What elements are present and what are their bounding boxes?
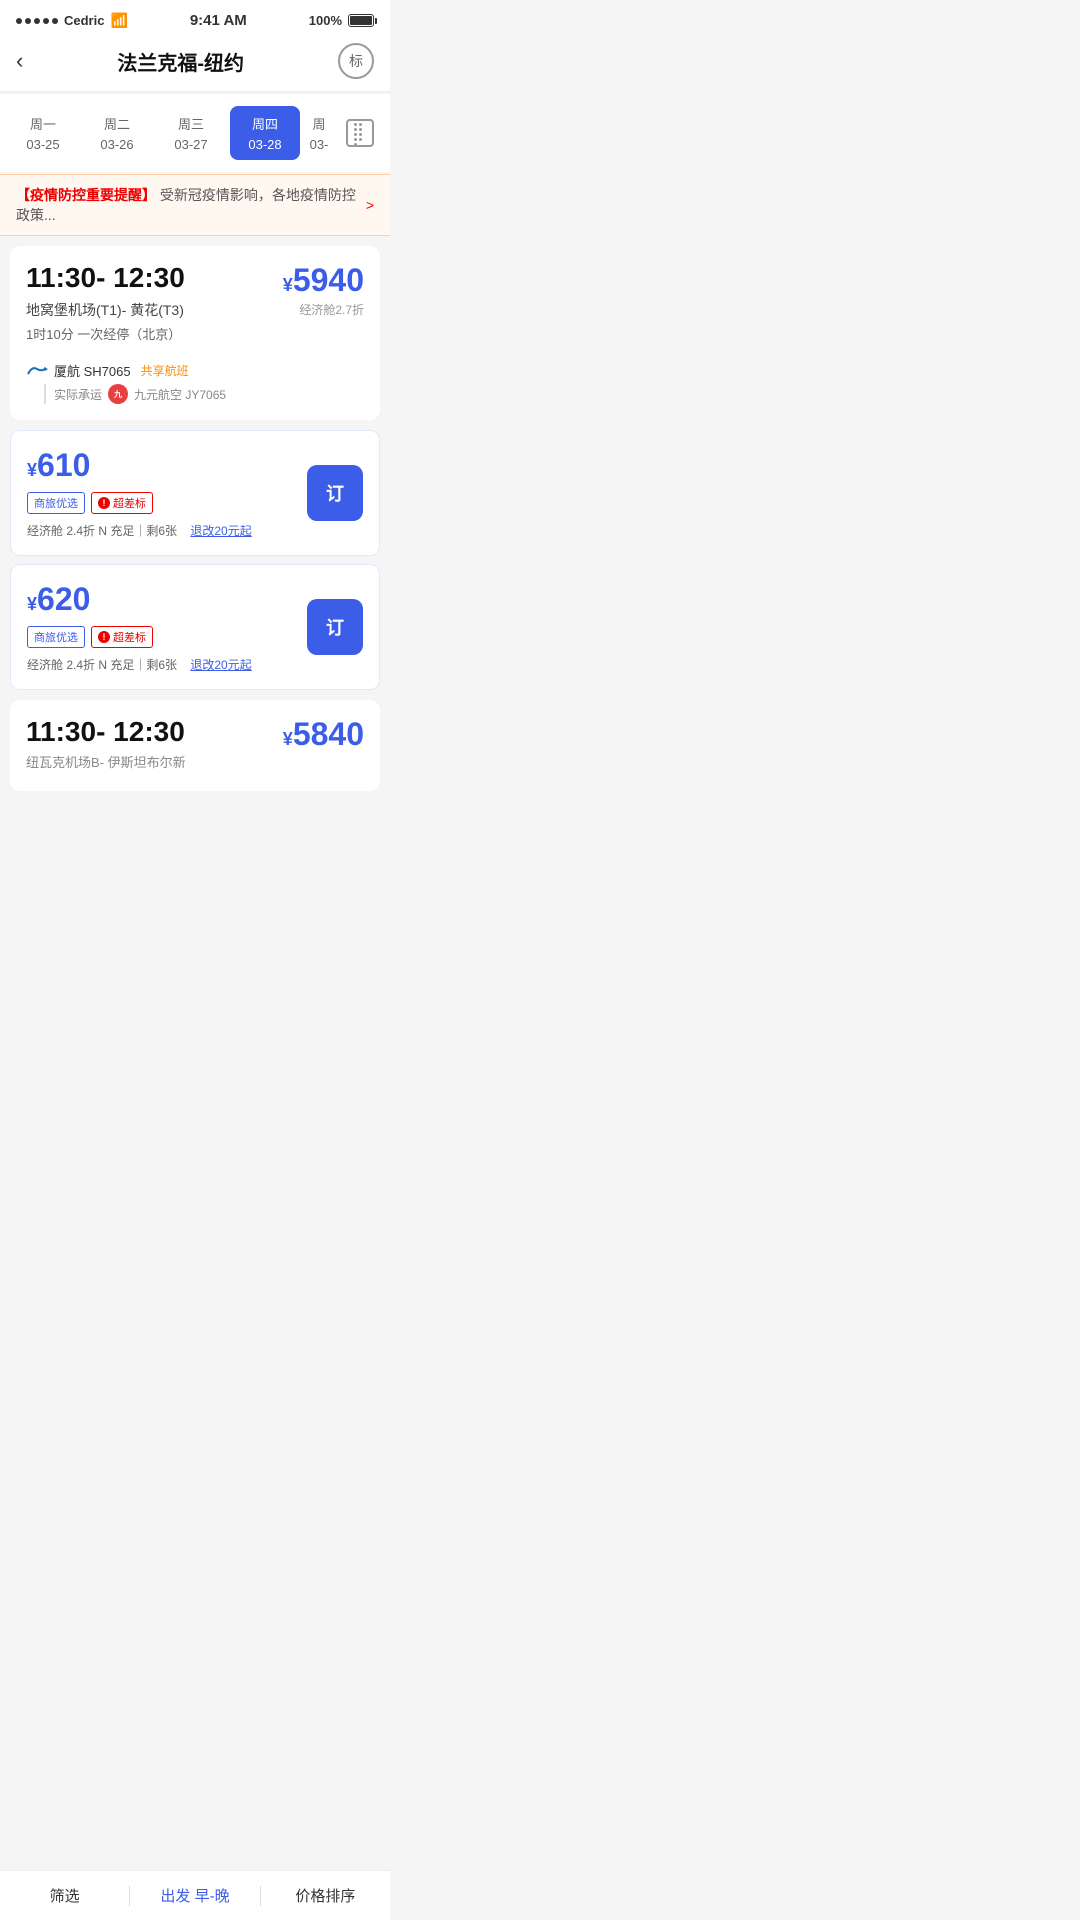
ticket-yen-1: ¥: [27, 460, 37, 480]
filter-button[interactable]: 筛选: [0, 1885, 129, 1906]
shared-flight-tag: 共享航班: [141, 362, 189, 379]
refund-link-1[interactable]: 退改20元起: [190, 524, 251, 538]
price-yen-symbol: ¥: [283, 275, 293, 295]
calendar-button[interactable]: [338, 111, 382, 155]
flight-time: 11:30- 12:30 地窝堡机场(T1)- 黄花(T3) 1时10分 一次经…: [26, 262, 185, 353]
sort-price-button[interactable]: 价格排序: [261, 1885, 390, 1906]
flight2-route: 纽瓦克机场B- 伊斯坦布尔新: [26, 752, 186, 771]
alert-banner[interactable]: 【疫情防控重要提醒】 受新冠疫情影响，各地疫情防控政策... >: [0, 174, 390, 236]
tag-overstd-1: !超差标: [91, 492, 153, 514]
flight2-price-value: 5840: [293, 716, 364, 752]
tag-business-2: 商旅优选: [27, 626, 85, 648]
ticket-info-1: 经济舱 2.4折 N 充足｜剩6张: [27, 524, 177, 538]
price-amount: ¥5940: [283, 262, 364, 299]
juyuan-airline-logo: 九: [108, 384, 128, 404]
airline-name: 厦航 SH7065: [54, 361, 131, 380]
tag-row-1: 商旅优选 !超差标: [27, 492, 307, 514]
sub-airline-name: 九元航空 JY7065: [134, 386, 226, 403]
sort-departure-button[interactable]: 出发 早-晚: [130, 1885, 259, 1906]
ticket-price-2: ¥620: [27, 581, 307, 618]
wifi-icon: 📶: [110, 12, 127, 29]
page-title: 法兰克福-纽约: [117, 47, 244, 76]
alert-arrow-icon: >: [366, 197, 374, 213]
flight2-price-amount: ¥5840: [283, 716, 364, 753]
date-label: 03-26: [86, 137, 148, 152]
ticket-option-2: ¥620 商旅优选 !超差标 经济舱 2.4折 N 充足｜剩6张 退改20元起 …: [10, 564, 380, 690]
tag-button[interactable]: 标: [338, 43, 374, 79]
flight-info: 1时10分 一次经停（北京）: [26, 324, 185, 343]
flight2-time: 11:30- 12:30: [26, 716, 186, 748]
weekday-label: 周一: [12, 114, 74, 133]
alert-text: 【疫情防控重要提醒】 受新冠疫情影响，各地疫情防控政策...: [16, 185, 366, 225]
airline-row: 厦航 SH7065 共享航班: [26, 361, 364, 380]
weekday-label: 周三: [160, 114, 222, 133]
book-button-2[interactable]: 订: [307, 599, 363, 655]
nav-bar: ‹ 法兰克福-纽约 标: [0, 35, 390, 92]
warn-icon-1: !: [98, 497, 110, 509]
calendar-icon: [346, 119, 374, 147]
ticket-left-2: ¥620 商旅优选 !超差标 经济舱 2.4折 N 充足｜剩6张 退改20元起: [27, 581, 307, 673]
ticket-price-value-1: 610: [37, 447, 90, 483]
date-tab-thursday[interactable]: 周四 03-28: [230, 106, 300, 160]
date-tab-next[interactable]: 周 03-: [304, 106, 334, 160]
refund-link-2[interactable]: 退改20元起: [190, 658, 251, 672]
weekday-label: 周四: [234, 114, 296, 133]
ticket-detail-2: 经济舱 2.4折 N 充足｜剩6张 退改20元起: [27, 656, 307, 673]
status-right: 100%: [309, 13, 374, 28]
date-tab-tuesday[interactable]: 周二 03-26: [82, 106, 152, 160]
date-label: 03-28: [234, 137, 296, 152]
tag-business-1: 商旅优选: [27, 492, 85, 514]
status-time: 9:41 AM: [190, 12, 247, 29]
ticket-yen-2: ¥: [27, 594, 37, 614]
flight2-left: 11:30- 12:30 纽瓦克机场B- 伊斯坦布尔新: [26, 716, 186, 775]
flight-card-2: 11:30- 12:30 纽瓦克机场B- 伊斯坦布尔新 ¥5840: [10, 700, 380, 791]
flight-header: 11:30- 12:30 地窝堡机场(T1)- 黄花(T3) 1时10分 一次经…: [26, 262, 364, 353]
alert-tag: 【疫情防控重要提醒】: [16, 187, 156, 203]
carrier-name: Cedric: [64, 13, 104, 28]
sub-airline-row: 实际承运 九 九元航空 JY7065: [44, 384, 364, 404]
flight-time-range: 11:30- 12:30: [26, 262, 185, 294]
battery-percent: 100%: [309, 13, 342, 28]
ticket-option-1: ¥610 商旅优选 !超差标 经济舱 2.4折 N 充足｜剩6张 退改20元起 …: [10, 430, 380, 556]
tag-row-2: 商旅优选 !超差标: [27, 626, 307, 648]
date-label: 03-: [308, 137, 330, 152]
flight-card-1: 11:30- 12:30 地窝堡机场(T1)- 黄花(T3) 1时10分 一次经…: [10, 246, 380, 420]
date-tab-monday[interactable]: 周一 03-25: [8, 106, 78, 160]
status-bar: Cedric 📶 9:41 AM 100%: [0, 0, 390, 35]
xiamen-airline-logo: [26, 364, 48, 378]
ticket-info-2: 经济舱 2.4折 N 充足｜剩6张: [27, 658, 177, 672]
tag-overstd-2: !超差标: [91, 626, 153, 648]
bottom-bar: 筛选 出发 早-晚 价格排序: [0, 1870, 390, 1920]
date-tab-wednesday[interactable]: 周三 03-27: [156, 106, 226, 160]
flight2-yen: ¥: [283, 729, 293, 749]
back-button[interactable]: ‹: [16, 48, 23, 74]
ticket-price-1: ¥610: [27, 447, 307, 484]
signal-bars: [16, 18, 58, 24]
status-left: Cedric 📶: [16, 12, 128, 29]
weekday-label: 周二: [86, 114, 148, 133]
battery-icon: [348, 14, 374, 27]
price-value: 5940: [293, 262, 364, 298]
ticket-left-1: ¥610 商旅优选 !超差标 经济舱 2.4折 N 充足｜剩6张 退改20元起: [27, 447, 307, 539]
date-tabs: 周一 03-25 周二 03-26 周三 03-27 周四 03-28 周 03…: [0, 94, 390, 172]
flight-price: ¥5940 经济舱2.7折: [283, 262, 364, 318]
book-button-1[interactable]: 订: [307, 465, 363, 521]
weekday-label: 周: [308, 114, 330, 133]
ticket-detail-1: 经济舱 2.4折 N 充足｜剩6张 退改20元起: [27, 522, 307, 539]
date-label: 03-27: [160, 137, 222, 152]
ticket-price-value-2: 620: [37, 581, 90, 617]
sub-airline-label: 实际承运: [54, 386, 102, 403]
flight-route: 地窝堡机场(T1)- 黄花(T3): [26, 300, 185, 320]
warn-icon-2: !: [98, 631, 110, 643]
date-label: 03-25: [12, 137, 74, 152]
price-sub: 经济舱2.7折: [283, 301, 364, 318]
flight2-price: ¥5840: [283, 716, 364, 753]
